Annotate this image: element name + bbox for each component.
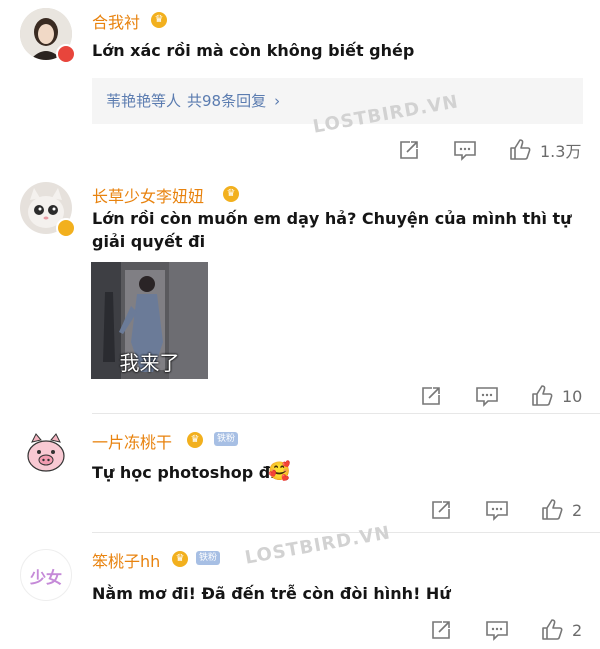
like-icon	[532, 385, 553, 406]
share-button[interactable]	[420, 383, 442, 409]
comment-icon	[486, 501, 508, 521]
like-count: 10	[562, 386, 583, 406]
comment-icon	[476, 387, 498, 407]
like-count: 2	[572, 620, 583, 640]
fan-badge: 铁粉	[214, 432, 239, 446]
reply-users: 苇艳艳等人	[106, 92, 182, 110]
verified-badge-icon	[56, 218, 76, 238]
like-icon	[542, 619, 563, 640]
like-count: 1.3万	[540, 142, 582, 161]
share-icon	[432, 621, 450, 639]
avatar-text: 少女	[29, 568, 62, 587]
vip-badge-icon: ♛	[172, 551, 188, 567]
comment-button[interactable]	[485, 617, 509, 643]
comment-button[interactable]	[485, 497, 509, 523]
avatar[interactable]	[20, 428, 72, 480]
like-icon	[510, 139, 531, 160]
divider	[92, 413, 600, 414]
share-icon	[432, 501, 450, 519]
like-button[interactable]: 2	[540, 497, 582, 523]
like-button[interactable]: 10	[530, 383, 582, 409]
like-button[interactable]: 2	[540, 617, 582, 643]
vip-badge-icon: ♛	[223, 186, 239, 202]
comment-icon	[486, 621, 508, 641]
share-icon	[422, 387, 440, 405]
comment-image[interactable]: 我来了	[91, 262, 208, 379]
vip-badge-icon: ♛	[187, 432, 203, 448]
share-button[interactable]	[430, 617, 452, 643]
vip-badge-icon: ♛	[151, 12, 167, 28]
share-button[interactable]	[430, 497, 452, 523]
comment-icon	[454, 141, 476, 161]
share-button[interactable]	[398, 137, 420, 163]
image-caption: 我来了	[119, 351, 180, 375]
comment-button[interactable]	[475, 383, 499, 409]
watermark: LOSTBIRD.VN	[243, 522, 393, 569]
share-icon	[400, 141, 418, 159]
avatar[interactable]: 少女	[20, 549, 72, 601]
like-button[interactable]: 1.3万	[508, 137, 581, 163]
username[interactable]: 合我衬	[92, 9, 140, 33]
username[interactable]: 一片冻桃干	[92, 429, 172, 453]
comment-text: Tự học photoshop đi	[92, 463, 276, 482]
username[interactable]: 笨桃子hh	[92, 548, 160, 572]
comment-text-line: giải quyết đi	[92, 232, 206, 251]
comment-button[interactable]	[453, 137, 477, 163]
like-count: 2	[572, 500, 583, 520]
chevron-right-icon: ›	[274, 92, 281, 110]
comment-text: Lớn xác rồi mà còn không biết ghép	[92, 41, 415, 60]
comment-text: Nằm mơ đi! Đã đến trễ còn đòi hình! Hứ	[92, 584, 451, 603]
reply-count: 共98条回复	[187, 92, 267, 110]
like-icon	[542, 499, 563, 520]
verified-badge-icon	[56, 44, 76, 64]
fan-badge: 铁粉	[196, 551, 221, 565]
emoji-icon: 🥰	[268, 461, 291, 482]
